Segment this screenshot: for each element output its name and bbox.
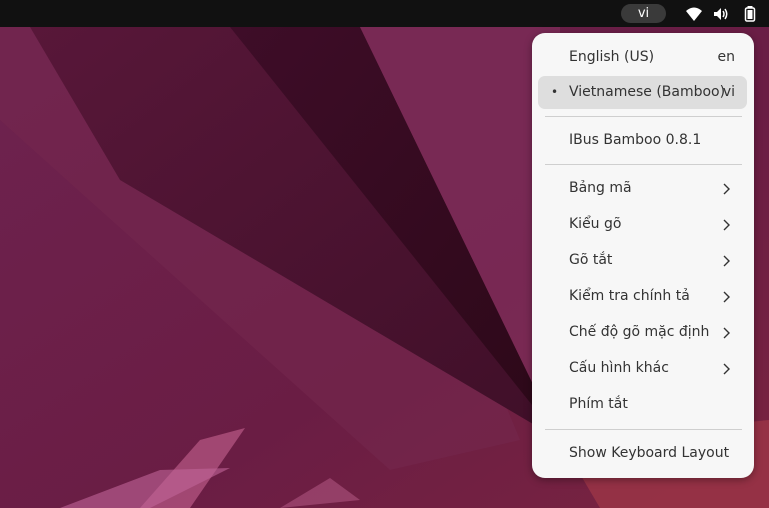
wifi-icon[interactable] <box>685 5 703 23</box>
chevron-right-icon <box>723 363 730 375</box>
menu-item-label: Chế độ gõ mặc định <box>569 324 710 340</box>
menu-separator <box>545 116 742 117</box>
desktop: vi English (US) en • Vietnamese (Bamboo)… <box>0 0 769 508</box>
chevron-right-icon <box>723 183 730 195</box>
menu-item-engine-info: IBus Bamboo 0.8.1 <box>538 124 747 157</box>
volume-icon[interactable] <box>712 5 730 23</box>
menu-item-label: Bảng mã <box>569 180 632 196</box>
chevron-right-icon <box>723 327 730 339</box>
menu-item-label: Phím tắt <box>569 396 628 412</box>
chevron-right-icon <box>723 219 730 231</box>
menu-item-label: IBus Bamboo 0.8.1 <box>569 132 702 148</box>
chevron-right-icon <box>723 291 730 303</box>
menu-item-bang-ma[interactable]: Bảng mã <box>538 172 747 205</box>
top-bar: vi <box>0 0 769 27</box>
layout-short-code: vi <box>722 84 735 100</box>
input-method-indicator[interactable]: vi <box>621 4 666 23</box>
menu-item-vietnamese-bamboo[interactable]: • Vietnamese (Bamboo) vi <box>538 76 747 109</box>
menu-item-cau-hinh-khac[interactable]: Cấu hình khác <box>538 352 747 385</box>
menu-item-label: Gõ tắt <box>569 252 613 268</box>
menu-item-english-us[interactable]: English (US) en <box>538 41 747 74</box>
menu-item-kieu-go[interactable]: Kiểu gõ <box>538 208 747 241</box>
menu-item-label: Kiểm tra chính tả <box>569 288 690 304</box>
menu-item-phim-tat[interactable]: Phím tắt <box>538 388 747 421</box>
layout-short-code: en <box>717 49 736 65</box>
menu-separator <box>545 164 742 165</box>
chevron-right-icon <box>723 255 730 267</box>
menu-separator <box>545 429 742 430</box>
active-bullet-icon: • <box>551 85 559 99</box>
keyboard-input-menu: English (US) en • Vietnamese (Bamboo) vi… <box>532 33 754 478</box>
menu-item-che-do-go-mac-dinh[interactable]: Chế độ gõ mặc định <box>538 316 747 349</box>
menu-item-label: English (US) <box>569 49 655 65</box>
battery-icon[interactable] <box>741 5 759 23</box>
menu-item-show-keyboard-layout[interactable]: Show Keyboard Layout <box>538 437 747 470</box>
menu-item-kiem-tra-chinh-ta[interactable]: Kiểm tra chính tả <box>538 280 747 313</box>
menu-item-label: Show Keyboard Layout <box>569 445 730 461</box>
menu-item-label: Cấu hình khác <box>569 360 669 376</box>
menu-item-go-tat[interactable]: Gõ tắt <box>538 244 747 277</box>
menu-item-label: Vietnamese (Bamboo) <box>569 84 726 100</box>
menu-item-label: Kiểu gõ <box>569 216 622 232</box>
